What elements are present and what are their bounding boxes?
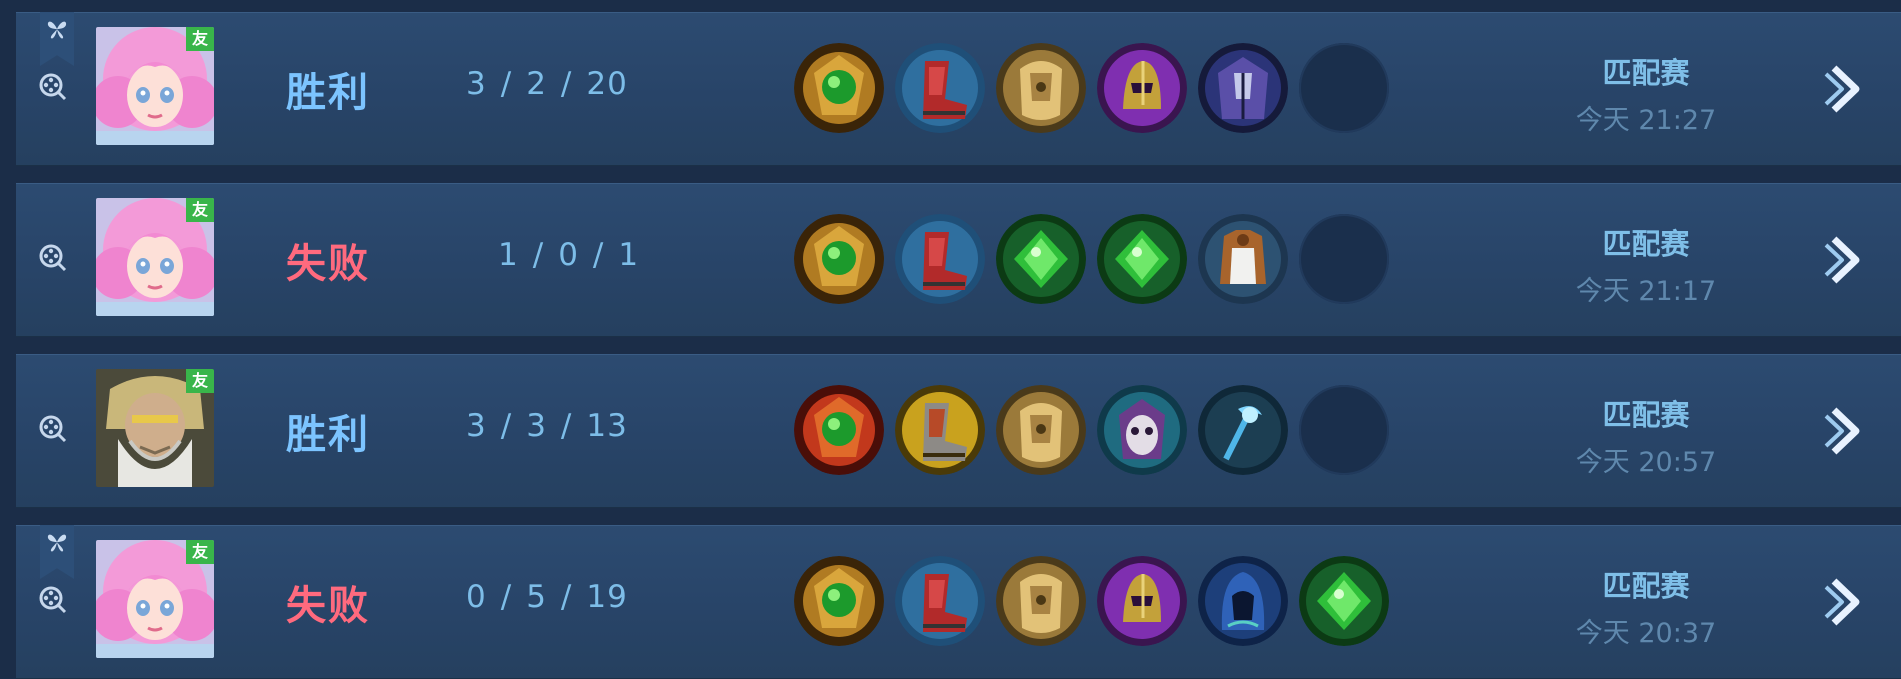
chevron-right-icon[interactable] <box>1822 575 1870 629</box>
friend-badge: 友 <box>186 27 214 51</box>
friend-badge: 友 <box>186 369 214 393</box>
kills: 1 <box>498 237 519 273</box>
butterfly-icon <box>47 21 67 39</box>
friend-badge: 友 <box>186 540 214 564</box>
bookmark-ribbon <box>40 12 74 66</box>
match-result: 失败 <box>286 583 370 629</box>
blue-hood-icon[interactable] <box>1198 556 1288 646</box>
green-gem-icon[interactable] <box>1097 214 1187 304</box>
empty-item-slot[interactable] <box>1299 385 1389 475</box>
deaths: 0 <box>558 237 579 273</box>
game-mode: 匹配赛 <box>1602 56 1690 90</box>
butterfly-icon <box>47 534 67 552</box>
hero-avatar[interactable]: 友 <box>96 369 214 487</box>
assists: 13 <box>586 408 628 444</box>
match-row[interactable]: 友 胜利 3/2/20 匹配赛 今天 21:27 <box>16 12 1901 166</box>
game-mode: 匹配赛 <box>1602 227 1690 261</box>
match-row[interactable]: 友 胜利 3/3/13 匹配赛 今天 20:57 <box>16 354 1901 508</box>
gold-armor-icon[interactable] <box>996 385 1086 475</box>
purple-helmet-icon[interactable] <box>1097 43 1187 133</box>
empty-item-slot[interactable] <box>1299 43 1389 133</box>
gold-armor-icon[interactable] <box>996 556 1086 646</box>
kda-score: 0/5/19 <box>466 579 628 615</box>
skull-mask-icon[interactable] <box>1097 385 1187 475</box>
emerald-red-amulet-icon[interactable] <box>794 385 884 475</box>
hero-avatar[interactable]: 友 <box>96 540 214 658</box>
match-time: 今天 20:37 <box>1575 618 1717 649</box>
replay-icon[interactable] <box>38 585 68 615</box>
chevron-right-icon[interactable] <box>1822 233 1870 287</box>
emerald-gold-amulet-icon[interactable] <box>794 556 884 646</box>
deaths: 3 <box>526 408 547 444</box>
green-gem-icon[interactable] <box>1299 556 1389 646</box>
deaths: 5 <box>526 579 547 615</box>
match-row[interactable]: 友 失败 1/0/1 匹配赛 今天 21:17 <box>16 183 1901 337</box>
assists: 19 <box>586 579 628 615</box>
friend-badge: 友 <box>186 198 214 222</box>
kills: 3 <box>466 408 487 444</box>
match-time: 今天 21:17 <box>1575 276 1717 307</box>
gold-armor-icon[interactable] <box>996 43 1086 133</box>
chevron-right-icon[interactable] <box>1822 62 1870 116</box>
match-history-list: 友 胜利 3/2/20 匹配赛 今天 21:27 友 失败 1 / 0 / 1 … <box>0 0 1901 679</box>
game-mode: 匹配赛 <box>1602 569 1690 603</box>
purple-helmet-icon[interactable] <box>1097 556 1187 646</box>
kda-score: 3/2/20 <box>466 66 628 102</box>
game-mode: 匹配赛 <box>1602 398 1690 432</box>
bookmark-ribbon <box>40 525 74 579</box>
hero-avatar[interactable]: 友 <box>96 27 214 145</box>
kills: 3 <box>466 66 487 102</box>
assists: 20 <box>586 66 628 102</box>
match-result: 失败 <box>286 241 370 287</box>
red-boots-icon[interactable] <box>895 556 985 646</box>
empty-item-slot[interactable] <box>1299 214 1389 304</box>
match-row[interactable]: 友 失败 0/5/19 匹配赛 今天 20:37 <box>16 525 1901 679</box>
gold-boots-icon[interactable] <box>895 385 985 475</box>
deaths: 2 <box>526 66 547 102</box>
green-gem-icon[interactable] <box>996 214 1086 304</box>
kills: 0 <box>466 579 487 615</box>
replay-icon[interactable] <box>38 243 68 273</box>
emerald-gold-amulet-icon[interactable] <box>794 214 884 304</box>
dark-cloak-icon[interactable] <box>1198 43 1288 133</box>
hero-avatar[interactable]: 友 <box>96 198 214 316</box>
replay-icon[interactable] <box>38 72 68 102</box>
red-boots-icon[interactable] <box>895 214 985 304</box>
match-time: 今天 21:27 <box>1575 105 1717 136</box>
assists: 1 <box>618 237 640 273</box>
red-boots-icon[interactable] <box>895 43 985 133</box>
white-vest-icon[interactable] <box>1198 214 1288 304</box>
kda-score: 3/3/13 <box>466 408 628 444</box>
emerald-gold-amulet-icon[interactable] <box>794 43 884 133</box>
blue-staff-icon[interactable] <box>1198 385 1288 475</box>
match-result: 胜利 <box>286 70 370 116</box>
kda-score: 1/0/1 <box>498 237 640 273</box>
replay-icon[interactable] <box>38 414 68 444</box>
match-time: 今天 20:57 <box>1575 447 1717 478</box>
match-result: 胜利 <box>286 412 370 458</box>
chevron-right-icon[interactable] <box>1822 404 1870 458</box>
